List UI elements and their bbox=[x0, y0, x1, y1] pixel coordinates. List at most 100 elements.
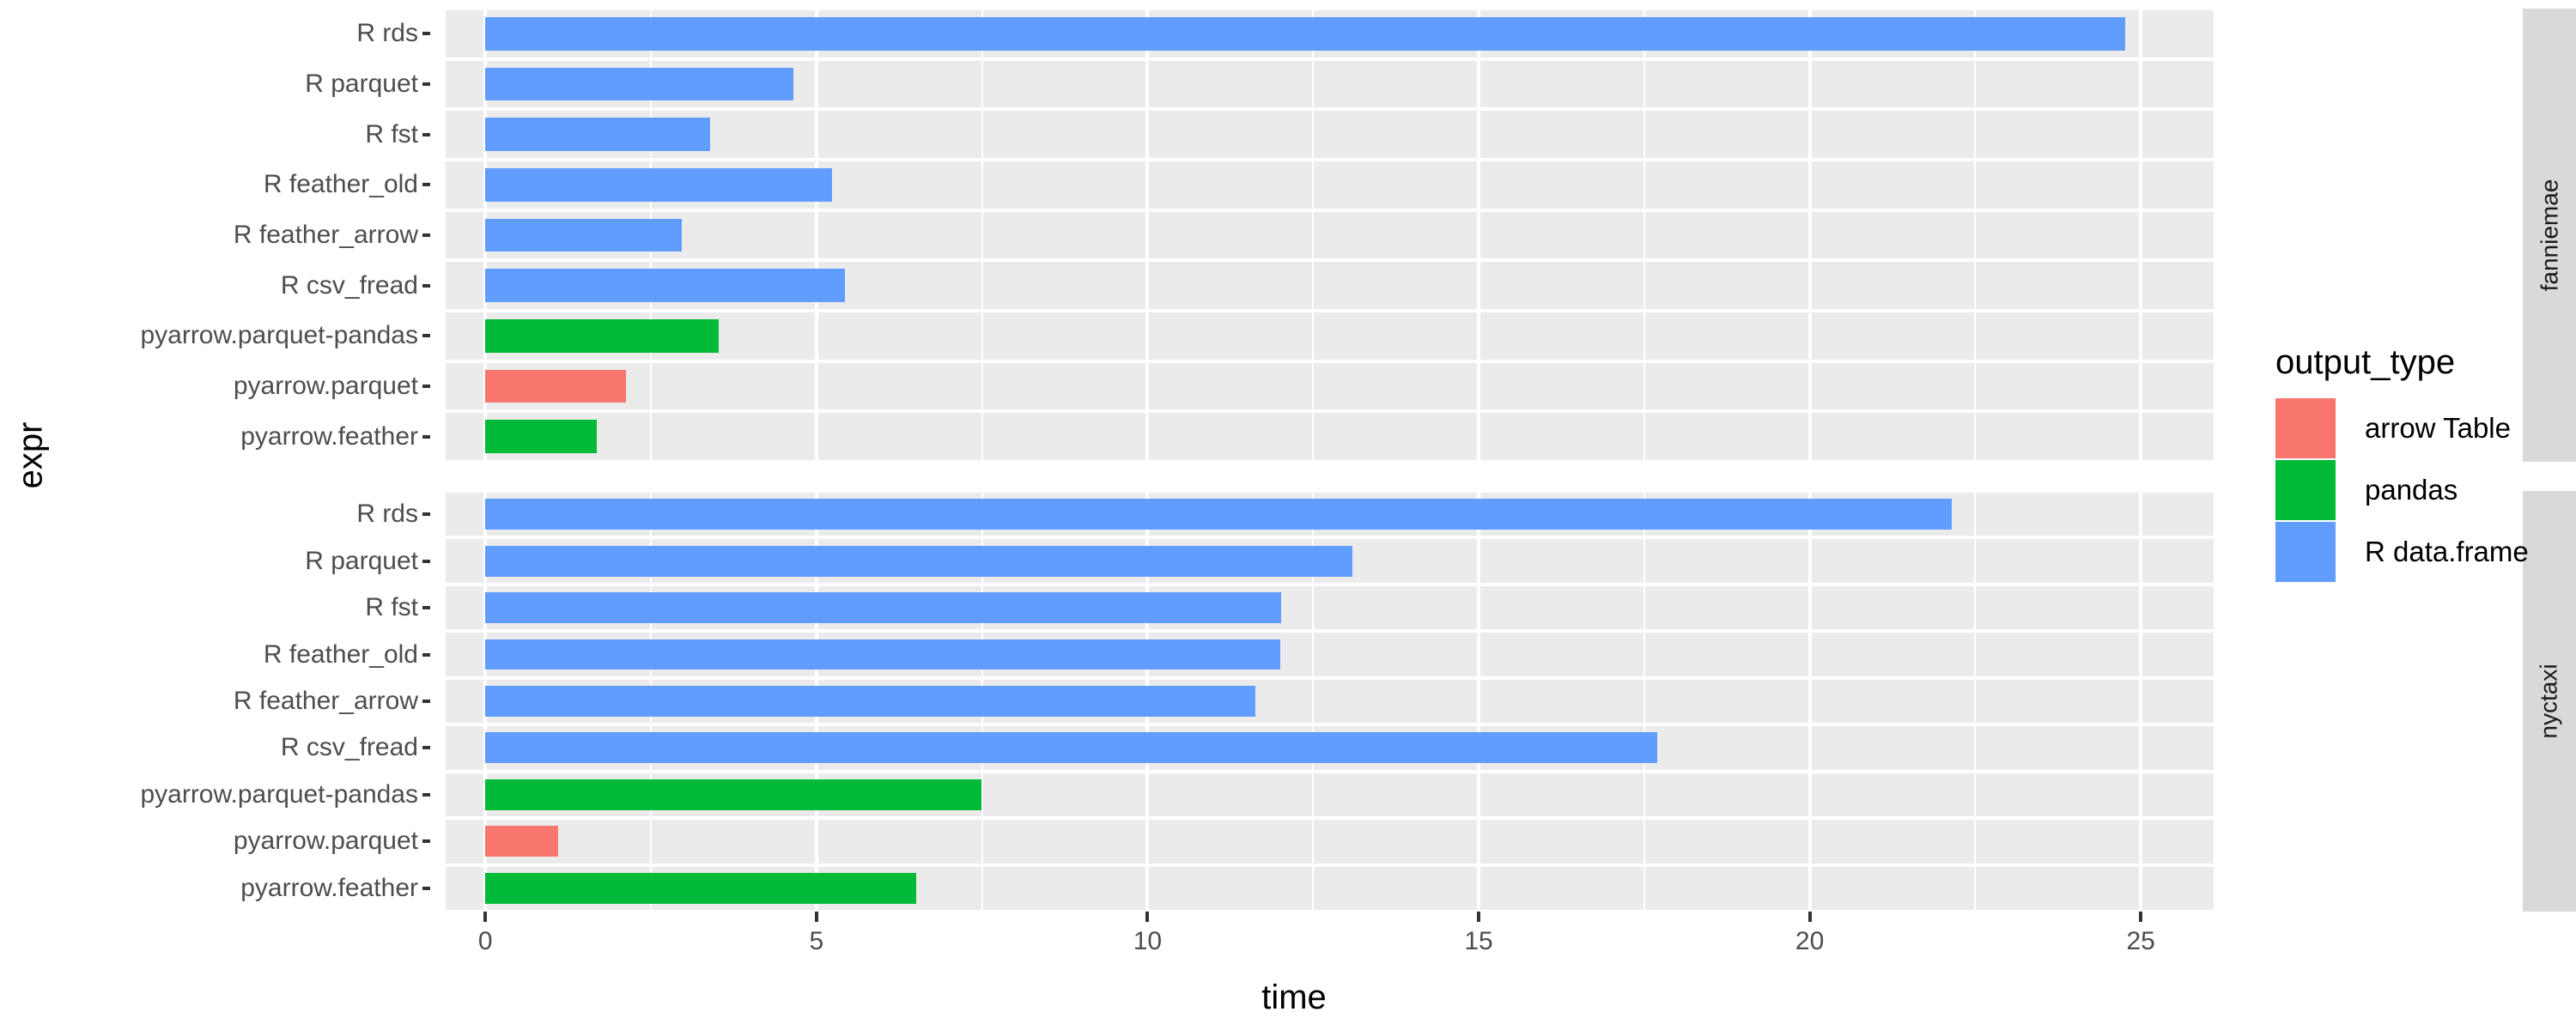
plot-panel bbox=[446, 491, 2214, 912]
y-tick-text: pyarrow.parquet-pandas bbox=[140, 779, 418, 809]
x-tick-label-5: 5 bbox=[809, 927, 824, 955]
y-tick-label-r-rds: R rds bbox=[57, 491, 430, 537]
y-tick-text: pyarrow.parquet bbox=[233, 372, 418, 401]
bar-row bbox=[446, 537, 2214, 584]
bar bbox=[485, 545, 1352, 577]
legend-item-arrow-table[interactable]: arrow Table bbox=[2275, 397, 2559, 459]
y-tick-text: R csv_fread bbox=[280, 733, 418, 762]
facet-inner: R rds R parquet R fst R feather_old R feathe… bbox=[57, 9, 2576, 462]
y-axis-tick-mark bbox=[422, 512, 430, 517]
bar-row bbox=[446, 865, 2214, 912]
legend-swatch bbox=[2275, 522, 2336, 582]
bar-row bbox=[446, 772, 2214, 818]
y-tick-text: R rds bbox=[356, 19, 418, 48]
bar-row bbox=[446, 59, 2214, 110]
facet-strip-text: nyctaxi bbox=[2536, 663, 2562, 739]
y-tick-label-pyarrow-parquet: pyarrow.parquet bbox=[57, 818, 430, 864]
y-axis-tick-mark bbox=[422, 233, 430, 238]
bar bbox=[485, 218, 683, 252]
y-tick-text: R parquet bbox=[305, 546, 418, 575]
bar-row bbox=[446, 491, 2214, 537]
legend: output_type arrow Table pandas R data.fram… bbox=[2275, 343, 2559, 583]
y-tick-label-r-csv-fread: R csv_fread bbox=[57, 724, 430, 771]
x-axis-title: time bbox=[495, 978, 2093, 1017]
bar-row bbox=[446, 210, 2214, 261]
y-tick-label-r-feather-arrow: R feather_arrow bbox=[57, 210, 430, 261]
y-tick-text: R feather_old bbox=[263, 639, 418, 669]
y-axis-tick-labels: R rds R parquet R fst R feather_old R feathe… bbox=[57, 491, 430, 912]
y-axis-title: expr bbox=[5, 0, 57, 910]
bar-row bbox=[446, 361, 2214, 412]
y-axis-tick-labels: R rds R parquet R fst R feather_old R feathe… bbox=[57, 9, 430, 462]
y-tick-text: R fst bbox=[365, 593, 418, 622]
y-axis-tick-mark bbox=[422, 886, 430, 890]
y-tick-text: R feather_old bbox=[263, 170, 418, 199]
y-axis-tick-mark bbox=[422, 183, 430, 187]
legend-label: arrow Table bbox=[2365, 412, 2511, 444]
y-tick-text: pyarrow.feather bbox=[240, 873, 418, 902]
y-axis-tick-mark bbox=[422, 606, 430, 610]
y-tick-text: pyarrow.parquet bbox=[233, 827, 418, 856]
y-tick-label-r-rds: R rds bbox=[57, 9, 430, 59]
legend-title: output_type bbox=[2275, 343, 2456, 381]
bar-row bbox=[446, 260, 2214, 311]
y-tick-label-r-feather-old: R feather_old bbox=[57, 160, 430, 210]
y-tick-label-pyarrow-parquet-pandas: pyarrow.parquet-pandas bbox=[57, 311, 430, 361]
bar bbox=[485, 686, 1256, 717]
x-axis-tick-mark-15 bbox=[1477, 912, 1480, 922]
facet-panel-fanniemae: R rds R parquet R fst R feather_old R feathe… bbox=[57, 9, 2576, 462]
y-tick-label-pyarrow-parquet-pandas: pyarrow.parquet-pandas bbox=[57, 772, 430, 818]
y-axis-tick-mark bbox=[422, 434, 430, 439]
y-axis-title-label: expr bbox=[11, 421, 50, 488]
bar bbox=[485, 779, 981, 810]
legend-items: arrow Table pandas R data.frame bbox=[2275, 397, 2559, 583]
bar-row bbox=[446, 818, 2214, 864]
x-tick-label-25: 25 bbox=[2126, 927, 2155, 955]
x-axis-tick-mark-25 bbox=[2139, 912, 2143, 922]
bar bbox=[485, 319, 719, 353]
y-tick-label-r-feather-old: R feather_old bbox=[57, 631, 430, 677]
bar bbox=[485, 67, 793, 101]
legend-swatch bbox=[2275, 460, 2336, 520]
y-tick-label-r-fst: R fst bbox=[57, 585, 430, 631]
y-axis-tick-mark bbox=[422, 652, 430, 657]
x-axis-title-label: time bbox=[1261, 978, 1327, 1016]
y-tick-text: R parquet bbox=[305, 70, 418, 98]
y-tick-label-r-csv-fread: R csv_fread bbox=[57, 260, 430, 311]
y-axis-tick-mark bbox=[422, 32, 430, 36]
x-axis-tick-mark-5 bbox=[814, 912, 818, 922]
bar bbox=[485, 369, 626, 403]
y-axis-tick-mark bbox=[422, 746, 430, 750]
y-tick-label-r-parquet: R parquet bbox=[57, 537, 430, 584]
legend-item-r-data-frame[interactable]: R data.frame bbox=[2275, 521, 2559, 583]
bar-row bbox=[446, 109, 2214, 160]
y-tick-label-r-parquet: R parquet bbox=[57, 59, 430, 110]
bar bbox=[485, 118, 710, 152]
bar bbox=[485, 826, 559, 857]
x-axis-tick-mark-0 bbox=[483, 912, 488, 922]
y-tick-text: pyarrow.feather bbox=[240, 421, 418, 451]
ggplot-faceted-bar-chart: expr R rds R parquet R fst R feather_old R f… bbox=[0, 0, 2576, 1030]
bar-series bbox=[446, 491, 2214, 912]
y-tick-label-pyarrow-feather: pyarrow.feather bbox=[57, 865, 430, 912]
y-tick-label-pyarrow-parquet: pyarrow.parquet bbox=[57, 361, 430, 412]
y-tick-label-r-fst: R fst bbox=[57, 109, 430, 160]
y-tick-text: R fst bbox=[365, 119, 418, 148]
bar-series bbox=[446, 9, 2214, 462]
bar bbox=[485, 16, 2125, 51]
x-tick-label-10: 10 bbox=[1133, 927, 1163, 955]
y-tick-text: R csv_fread bbox=[280, 270, 418, 300]
y-axis-tick-mark bbox=[422, 559, 430, 563]
x-axis-tick-mark-10 bbox=[1145, 912, 1150, 922]
y-tick-text: R rds bbox=[356, 500, 418, 529]
x-tick-label-0: 0 bbox=[477, 927, 493, 955]
bar-row bbox=[446, 311, 2214, 361]
plot-panel bbox=[446, 9, 2214, 462]
facet-inner: R rds R parquet R fst R feather_old R feathe… bbox=[57, 491, 2576, 912]
bar bbox=[485, 592, 1282, 624]
x-axis: 0 5 10 15 20 25 bbox=[446, 912, 2214, 972]
bar-row bbox=[446, 585, 2214, 631]
x-axis-tick-mark-20 bbox=[1807, 912, 1812, 922]
bar-row bbox=[446, 631, 2214, 677]
legend-item-pandas[interactable]: pandas bbox=[2275, 459, 2559, 521]
